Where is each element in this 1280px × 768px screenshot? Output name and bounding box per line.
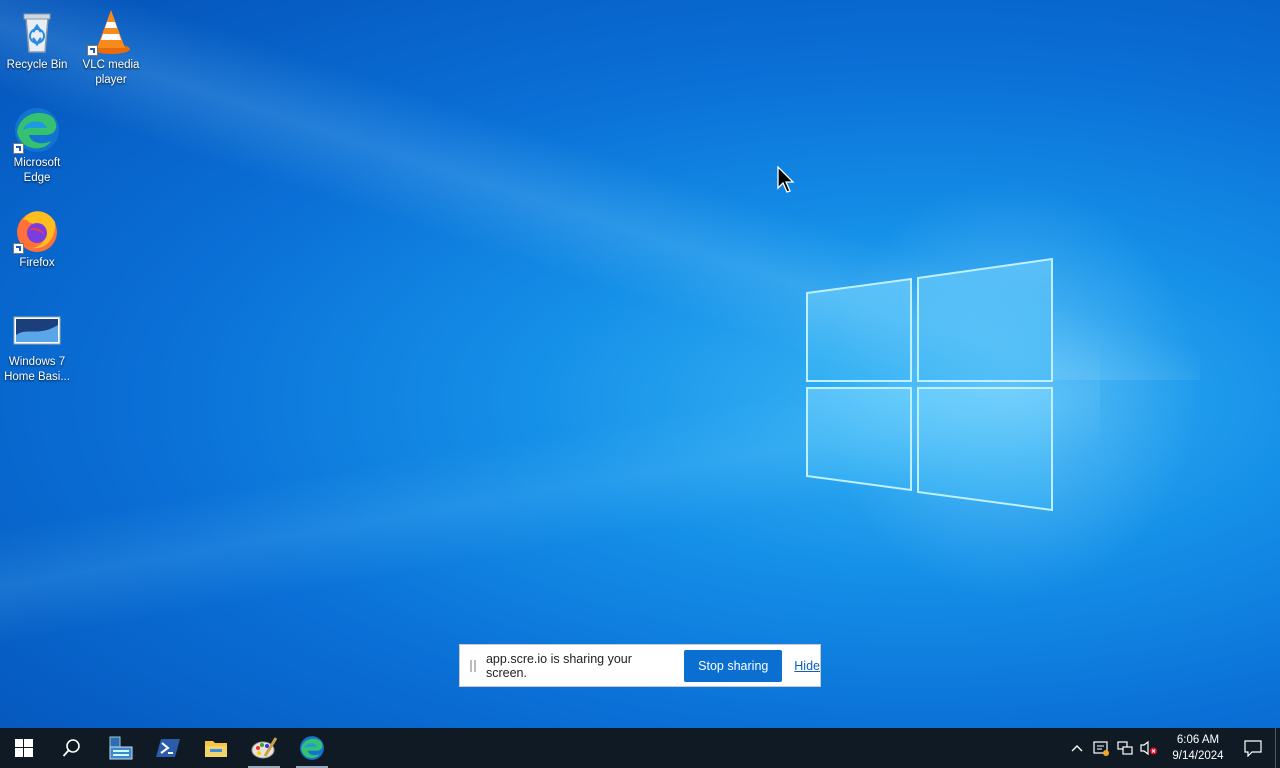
start-icon <box>15 739 33 757</box>
firefox-icon <box>13 206 61 254</box>
desktop-icon-vlc[interactable]: VLC media player <box>74 8 148 88</box>
vlc-icon <box>87 8 135 56</box>
tray-volume[interactable] <box>1137 728 1161 768</box>
powershell-icon <box>156 739 180 757</box>
show-desktop-button[interactable] <box>1275 728 1280 768</box>
system-tray: 6:06 AM 9/14/2024 <box>1065 728 1280 768</box>
file-explorer-icon <box>205 741 227 757</box>
search-button[interactable] <box>48 728 96 768</box>
taskbar-paint[interactable] <box>240 728 288 768</box>
mouse-cursor-icon <box>777 166 795 193</box>
notification-icon <box>1244 740 1262 757</box>
image-file-icon <box>13 305 61 353</box>
desktop: Recycle Bin VLC media player Microsoft E… <box>0 0 1280 728</box>
clock[interactable]: 6:06 AM 9/14/2024 <box>1165 732 1231 764</box>
desktop-icon-label: Windows 7 Home Basi... <box>4 356 70 383</box>
edge-icon <box>300 736 324 760</box>
taskbar: 6:06 AM 9/14/2024 <box>0 728 1280 768</box>
desktop-icon-recycle-bin[interactable]: Recycle Bin <box>0 8 74 73</box>
start-button[interactable] <box>0 728 48 768</box>
desktop-icon-label: Firefox <box>19 257 55 269</box>
desktop-icon-windows7-image[interactable]: Windows 7 Home Basi... <box>0 305 74 385</box>
edge-icon <box>13 106 61 154</box>
windows-logo-wallpaper <box>806 257 1053 512</box>
share-message: app.scre.io is sharing your screen. <box>485 651 632 680</box>
desktop-icon-edge[interactable]: Microsoft Edge <box>0 106 74 186</box>
drag-handle[interactable] <box>470 659 476 672</box>
tray-security[interactable] <box>1089 728 1113 768</box>
server-manager-icon <box>109 736 133 760</box>
stop-sharing-button[interactable]: Stop sharing <box>684 649 783 682</box>
shortcut-arrow-icon <box>13 243 24 254</box>
tray-network[interactable] <box>1113 728 1137 768</box>
volume-muted-icon <box>1140 740 1157 756</box>
shortcut-arrow-icon <box>13 143 24 154</box>
chevron-up-icon <box>1071 745 1083 752</box>
taskbar-powershell[interactable] <box>144 728 192 768</box>
recycle-bin-icon <box>13 8 61 56</box>
desktop-icon-firefox[interactable]: Firefox <box>0 206 74 271</box>
desktop-icon-label: VLC media player <box>82 59 140 86</box>
taskbar-file-explorer[interactable] <box>192 728 240 768</box>
screen-share-bar: app.scre.io is sharing your screen. Stop… <box>459 644 821 687</box>
show-hidden-icons-button[interactable] <box>1065 728 1089 768</box>
security-icon <box>1093 741 1109 756</box>
action-center-button[interactable] <box>1231 728 1275 768</box>
desktop-icon-label: Recycle Bin <box>6 59 68 71</box>
paint-icon <box>251 737 277 759</box>
search-icon <box>62 739 80 757</box>
clock-date: 9/14/2024 <box>1172 750 1224 762</box>
clock-time: 6:06 AM <box>1176 734 1220 746</box>
network-icon <box>1117 741 1133 755</box>
taskbar-edge[interactable] <box>288 728 336 768</box>
taskbar-server-manager[interactable] <box>96 728 144 768</box>
desktop-icon-label: Microsoft Edge <box>13 157 61 184</box>
shortcut-arrow-icon <box>87 45 98 56</box>
hide-link[interactable]: Hide <box>794 659 820 673</box>
